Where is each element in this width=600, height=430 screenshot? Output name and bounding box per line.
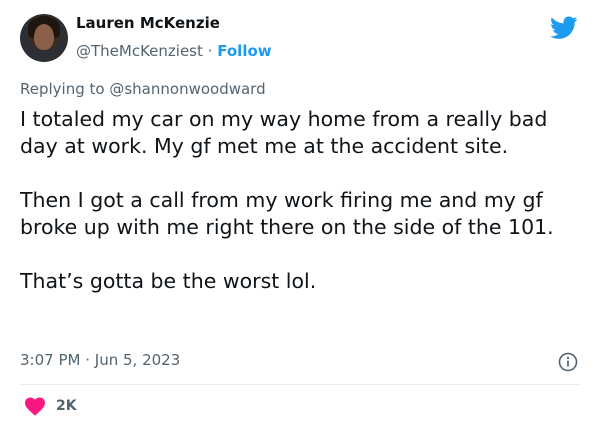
divider <box>20 384 580 385</box>
tweet-paragraph: Then I got a call from my work firing me… <box>20 188 554 239</box>
tweet-paragraph: I totaled my car on my way home from a r… <box>20 107 548 158</box>
replying-to-prefix: Replying to <box>20 80 105 98</box>
author-handle[interactable]: @TheMcKenziest <box>76 42 203 60</box>
replying-to: Replying to @shannonwoodward <box>20 80 266 98</box>
author-name[interactable]: Lauren McKenzie <box>76 14 220 32</box>
tweet-text: I totaled my car on my way home from a r… <box>20 106 580 295</box>
follow-button[interactable]: Follow <box>217 42 271 60</box>
heart-icon <box>25 397 45 416</box>
avatar-face <box>34 24 54 50</box>
handle-separator: · <box>207 42 213 60</box>
avatar[interactable] <box>20 14 68 62</box>
tweet-timestamp[interactable]: 3:07 PM · Jun 5, 2023 <box>20 351 180 369</box>
twitter-bird-icon[interactable] <box>550 16 578 40</box>
tweet-date: Jun 5, 2023 <box>94 351 181 369</box>
timestamp-separator: · <box>85 351 91 369</box>
tweet-paragraph: That’s gotta be the worst lol. <box>20 269 317 293</box>
info-icon[interactable] <box>558 352 578 372</box>
like-button[interactable]: 2K <box>24 396 77 416</box>
reply-mention-link[interactable]: @shannonwoodward <box>109 80 265 98</box>
tweet-time: 3:07 PM <box>20 351 81 369</box>
author-handle-row: @TheMcKenziest · Follow <box>76 42 272 60</box>
like-count: 2K <box>56 398 77 414</box>
